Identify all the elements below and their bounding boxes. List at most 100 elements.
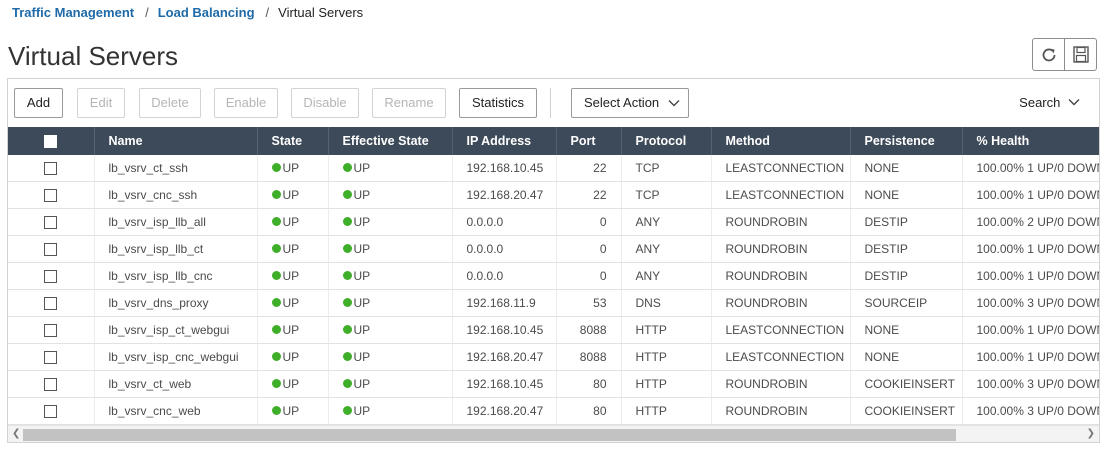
row-checkbox[interactable] [44,162,58,176]
status-text: UP [353,242,371,256]
status-up-icon [342,325,352,335]
status-text: UP [353,215,371,229]
status-up-icon [342,163,352,173]
scroll-left-icon[interactable]: ❮ [12,428,20,440]
cell-port: 0 [556,208,622,236]
status-up-icon [271,379,281,389]
row-select-cell [8,289,95,317]
cell-ip-address: 192.168.10.45 [452,316,557,344]
table-row[interactable]: lb_vsrv_cnc_ssh UP UP 192.168.20.47 22 TCP LEA… [8,181,1099,209]
row-checkbox[interactable] [44,189,58,203]
cell-persistence: NONE [850,155,963,182]
cell-method: LEASTCONNECTION [711,316,851,344]
breadcrumb-separator: / [265,5,270,20]
cell-protocol: TCP [621,155,712,182]
horizontal-scrollbar[interactable]: ❮ ❯ [8,425,1099,442]
scrollbar-thumb[interactable] [23,429,956,441]
cell-ip-address: 0.0.0.0 [452,262,557,290]
cell-persistence: DESTIP [850,262,963,290]
column-header-ip-address[interactable]: IP Address [452,127,557,155]
status-up-icon [271,271,281,281]
cell-port: 0 [556,262,622,290]
table-row[interactable]: lb_vsrv_ct_ssh UP UP 192.168.10.45 22 TCP LEAS… [8,155,1099,182]
virtual-servers-panel: Add Edit Delete Enable Disable Rename St… [7,78,1100,443]
cell-protocol: HTTP [621,370,712,398]
status-up-icon [271,352,281,362]
status-text: UP [353,404,371,418]
disable-button[interactable]: Disable [291,88,359,118]
cell-name: lb_vsrv_isp_llb_cnc [94,262,258,290]
status-text: UP [282,377,300,391]
cell-health: 100.00% 1 UP/0 DOWN [962,181,1099,209]
cell-ip-address: 192.168.20.47 [452,397,557,425]
status-up-icon [342,271,352,281]
cell-state: UP [257,235,329,263]
breadcrumb-traffic-management[interactable]: Traffic Management [12,5,134,20]
cell-persistence: NONE [850,181,963,209]
cell-state: UP [257,343,329,371]
cell-method: ROUNDROBIN [711,262,851,290]
cell-effective-state: UP [328,316,453,344]
cell-name: lb_vsrv_isp_cnc_webgui [94,343,258,371]
page-title: Virtual Servers [8,41,179,71]
status-text: UP [353,161,371,175]
select-action-dropdown[interactable]: Select Action [571,88,689,118]
cell-state: UP [257,316,329,344]
row-checkbox[interactable] [44,405,58,419]
status-up-icon [271,190,281,200]
refresh-button[interactable] [1033,39,1064,70]
breadcrumb-load-balancing[interactable]: Load Balancing [158,5,255,20]
column-header-protocol[interactable]: Protocol [621,127,712,155]
column-header-persistence[interactable]: Persistence [850,127,963,155]
add-button[interactable]: Add [14,88,63,118]
column-header-effective-state[interactable]: Effective State [328,127,453,155]
chevron-down-icon [1068,99,1080,106]
cell-persistence: COOKIEINSERT [850,397,963,425]
table-row[interactable]: lb_vsrv_dns_proxy UP UP 192.168.11.9 53 DNS RO… [8,289,1099,317]
cell-name: lb_vsrv_cnc_ssh [94,181,258,209]
table-row[interactable]: lb_vsrv_isp_llb_ct UP UP 0.0.0.0 0 ANY ROUNDRO… [8,235,1099,263]
row-checkbox[interactable] [44,378,58,392]
delete-button[interactable]: Delete [139,88,201,118]
cell-method: ROUNDROBIN [711,208,851,236]
select-all-checkbox[interactable] [44,135,58,149]
cell-port: 80 [556,370,622,398]
search-toggle[interactable]: Search [1019,88,1080,118]
column-header-health[interactable]: % Health [962,127,1099,155]
row-checkbox[interactable] [44,351,58,365]
row-checkbox[interactable] [44,216,58,230]
statistics-button[interactable]: Statistics [459,88,537,118]
column-header-name[interactable]: Name [94,127,258,155]
cell-persistence: COOKIEINSERT [850,370,963,398]
rename-button[interactable]: Rename [372,88,446,118]
scroll-right-icon[interactable]: ❯ [1087,428,1095,440]
row-checkbox[interactable] [44,297,58,311]
cell-health: 100.00% 1 UP/0 DOWN [962,343,1099,371]
enable-button[interactable]: Enable [214,88,278,118]
table-row[interactable]: lb_vsrv_isp_ct_webgui UP UP 192.168.10.45 80… [8,316,1099,344]
cell-effective-state: UP [328,155,453,182]
column-header-port[interactable]: Port [556,127,622,155]
column-header-state[interactable]: State [257,127,329,155]
status-text: UP [282,296,300,310]
row-checkbox[interactable] [44,270,58,284]
status-text: UP [353,296,371,310]
row-checkbox[interactable] [44,243,58,257]
cell-state: UP [257,181,329,209]
table-row[interactable]: lb_vsrv_ct_web UP UP 192.168.10.45 80 HTTP ROU… [8,370,1099,398]
table-row[interactable]: lb_vsrv_isp_llb_all UP UP 0.0.0.0 0 ANY ROUNDR… [8,208,1099,236]
edit-button[interactable]: Edit [77,88,125,118]
cell-state: UP [257,208,329,236]
column-header-method[interactable]: Method [711,127,851,155]
table-row[interactable]: lb_vsrv_isp_cnc_webgui UP UP 192.168.20.47 8… [8,343,1099,371]
cell-health: 100.00% 3 UP/0 DOWN [962,289,1099,317]
save-button[interactable] [1064,39,1096,70]
table-row[interactable]: lb_vsrv_isp_llb_cnc UP UP 0.0.0.0 0 ANY ROUNDR… [8,262,1099,290]
table-row[interactable]: lb_vsrv_cnc_web UP UP 192.168.20.47 80 HTTP RO… [8,397,1099,425]
cell-effective-state: UP [328,235,453,263]
row-select-cell [8,181,95,209]
row-select-cell [8,343,95,371]
cell-health: 100.00% 1 UP/0 DOWN [962,155,1099,182]
chevron-down-icon [668,100,680,107]
row-checkbox[interactable] [44,324,58,338]
